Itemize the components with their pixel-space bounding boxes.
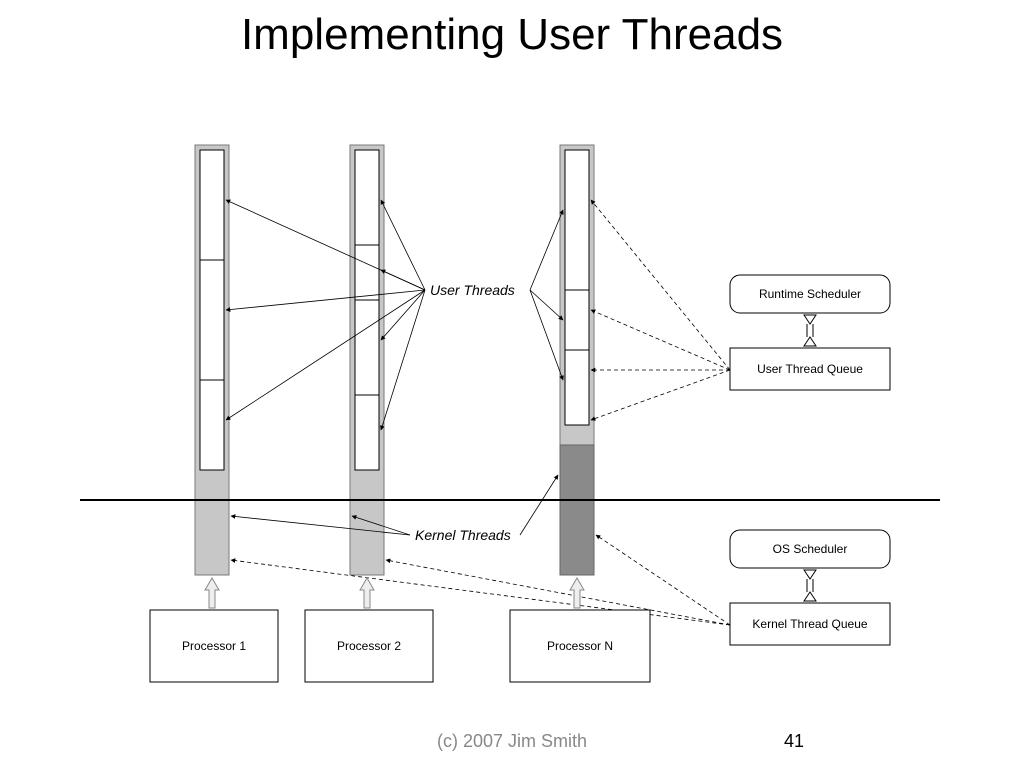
processor-1-box: Processor 1 [150,610,278,682]
bi-arrow-icon [804,315,816,346]
stack-column-n [560,145,594,575]
user-threads-label: User Threads [430,282,515,298]
svg-text:User Thread Queue: User Thread Queue [757,362,863,376]
kernel-threads-label: Kernel Threads [415,527,511,543]
kernel-thread-queue-box: Kernel Thread Queue [730,603,890,645]
user-thread-queue-box: User Thread Queue [730,348,890,390]
svg-text:Processor 2: Processor 2 [337,639,401,653]
processor-n-box: Processor N [510,610,650,682]
svg-text:Runtime Scheduler: Runtime Scheduler [759,287,861,301]
up-arrow-icon-2 [360,578,374,608]
os-scheduler-box: OS Scheduler [730,530,890,568]
stack-column-2 [350,145,384,575]
svg-text:Kernel Thread Queue: Kernel Thread Queue [752,617,868,631]
svg-text:OS Scheduler: OS Scheduler [773,542,848,556]
stack-column-1 [195,145,229,575]
bi-arrow-icon-2 [804,570,816,601]
page-number: 41 [784,731,804,752]
up-arrow-icon-1 [205,578,219,608]
up-arrow-icon-n [570,578,584,608]
runtime-scheduler-box: Runtime Scheduler [730,275,890,313]
footer-copyright: (c) 2007 Jim Smith [0,731,1024,752]
svg-text:Processor 1: Processor 1 [182,639,246,653]
diagram-svg: User Threads Kernel Threads Runtime Sche… [0,0,1024,768]
svg-text:Processor N: Processor N [547,639,613,653]
processor-2-box: Processor 2 [305,610,433,682]
